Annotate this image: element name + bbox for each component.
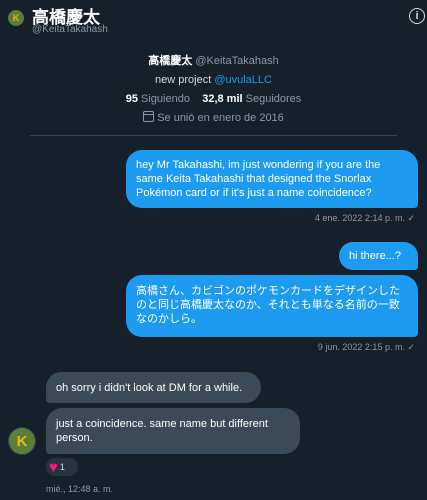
bio-text: new project xyxy=(155,74,215,86)
received-message-bubble[interactable]: oh sorry i didn't look at DM for a while… xyxy=(46,372,261,403)
sent-message-bubble[interactable]: hi there...? xyxy=(339,242,418,270)
calendar-icon xyxy=(143,111,155,122)
conversation-header: K 高橋慶太 @KeitaTakahash i xyxy=(0,0,427,44)
joined-date: Se unió en enero de 2016 xyxy=(157,112,284,124)
profile-name-line: 高橋慶太 @KeitaTakahash xyxy=(0,54,427,68)
profile-stats: 95 Siguiendo 32,8 mil Seguidores xyxy=(0,92,427,106)
reaction-badge[interactable]: ♥ 1 xyxy=(46,458,78,476)
message-timestamp: 4 ene. 2022 2:14 p. m. ✓ xyxy=(314,213,415,223)
info-icon[interactable]: i xyxy=(409,8,425,24)
profile-name[interactable]: 高橋慶太 xyxy=(148,55,192,67)
received-message-bubble[interactable]: just a coincidence. same name but differ… xyxy=(46,408,300,454)
following-label[interactable]: Siguiendo xyxy=(141,93,190,105)
followers-count[interactable]: 32,8 mil xyxy=(202,93,242,105)
message-timestamp: 9 jun. 2022 2:15 p. m. ✓ xyxy=(317,342,415,352)
header-avatar[interactable]: K xyxy=(8,10,24,26)
divider xyxy=(30,135,397,136)
profile-summary: 高橋慶太 @KeitaTakahash new project @uvulaLL… xyxy=(0,54,427,130)
joined-line: Se unió en enero de 2016 xyxy=(0,111,427,125)
profile-bio: new project @uvulaLLC xyxy=(0,73,427,87)
reaction-count: 1 xyxy=(59,462,65,472)
sent-message-bubble[interactable]: 高橋さん、カビゴンのポケモンカードをデザインしたのと同じ高橋慶太なのか、それとも… xyxy=(126,275,418,337)
followers-label[interactable]: Seguidores xyxy=(246,93,302,105)
sender-avatar[interactable]: K xyxy=(8,427,36,455)
following-count[interactable]: 95 xyxy=(126,93,138,105)
profile-handle: @KeitaTakahash xyxy=(195,55,279,67)
header-handle: @KeitaTakahash xyxy=(32,24,108,35)
heart-icon: ♥ xyxy=(49,458,58,476)
message-timestamp: mié., 12:48 a. m. xyxy=(46,484,114,494)
sent-message-bubble[interactable]: hey Mr Takahashi, im just wondering if y… xyxy=(126,150,418,208)
bio-mention-link[interactable]: @uvulaLLC xyxy=(214,74,272,86)
